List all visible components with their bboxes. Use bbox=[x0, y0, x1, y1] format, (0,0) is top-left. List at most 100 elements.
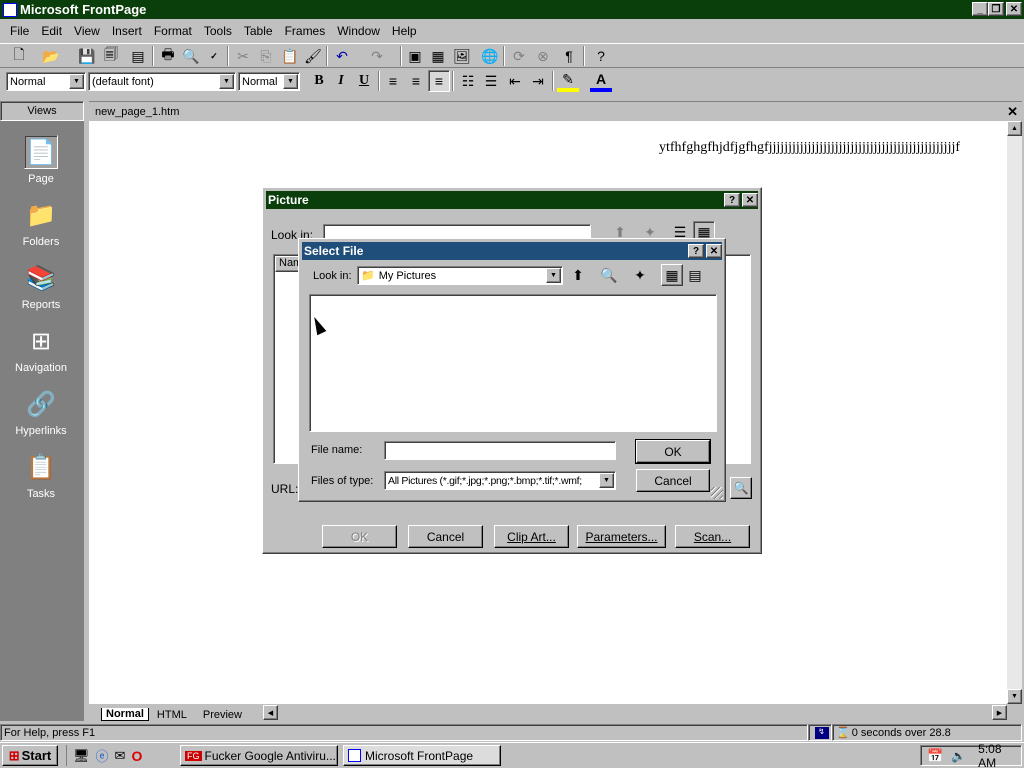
bold-icon[interactable]: B bbox=[308, 70, 330, 92]
close-button[interactable]: ✕ bbox=[1006, 2, 1022, 16]
view-tasks[interactable]: 📋 Tasks bbox=[0, 440, 82, 501]
task-antivirus[interactable]: FG Fucker Google Antiviru... bbox=[180, 745, 338, 766]
font-color-icon[interactable]: A bbox=[590, 70, 612, 92]
scroll-up-button[interactable]: ▲ bbox=[1007, 121, 1022, 136]
cut-icon[interactable]: ✂ bbox=[232, 45, 254, 67]
select-file-title-bar[interactable]: Select File ? ✕ bbox=[302, 242, 722, 260]
tab-html[interactable]: HTML bbox=[149, 709, 195, 721]
show-all-icon[interactable]: ¶ bbox=[558, 45, 580, 67]
spelling-icon[interactable]: ✓ bbox=[203, 45, 225, 67]
underline-icon[interactable]: U bbox=[353, 70, 375, 92]
resize-grip-icon[interactable] bbox=[711, 487, 723, 499]
menu-window[interactable]: Window bbox=[331, 24, 386, 38]
view-reports[interactable]: 📚 Reports bbox=[0, 251, 82, 312]
bullets-icon[interactable]: ☰ bbox=[480, 70, 502, 92]
volume-icon[interactable]: 🔈 bbox=[951, 749, 966, 763]
minimize-button[interactable]: _ bbox=[972, 2, 988, 16]
files-of-type-select[interactable]: All Pictures (*.gif;*.jpg;*.png;*.bmp;*.… bbox=[384, 471, 616, 490]
outlook-icon[interactable]: ✉ bbox=[115, 748, 126, 764]
document-tab[interactable]: new_page_1.htm bbox=[95, 106, 179, 118]
up-one-level-icon[interactable]: ⬆ bbox=[567, 264, 589, 286]
clock[interactable]: 5:08 AM bbox=[978, 742, 1021, 768]
file-browser-list[interactable] bbox=[309, 294, 717, 432]
show-desktop-icon[interactable]: 🖥 bbox=[73, 748, 90, 764]
list-view-icon[interactable]: ▦ bbox=[661, 264, 683, 286]
menu-edit[interactable]: Edit bbox=[35, 24, 68, 38]
font-size-select[interactable]: Normal ▼ bbox=[238, 72, 300, 91]
align-left-icon[interactable]: ≡ bbox=[382, 70, 404, 92]
start-button[interactable]: ⊞ Start bbox=[2, 745, 58, 766]
chevron-down-icon[interactable]: ▼ bbox=[69, 74, 84, 89]
style-select[interactable]: Normal ▼ bbox=[6, 72, 86, 91]
view-folders[interactable]: 📁 Folders bbox=[0, 188, 82, 249]
new-page-icon[interactable]: 🗋 bbox=[8, 45, 30, 67]
select-file-ok-button[interactable]: OK bbox=[635, 439, 711, 464]
menu-frames[interactable]: Frames bbox=[279, 24, 332, 38]
paste-icon[interactable]: 📋 bbox=[279, 45, 301, 67]
scroll-left-button[interactable]: ◀ bbox=[263, 705, 278, 720]
details-view-icon[interactable]: ▤ bbox=[684, 264, 706, 286]
folder-list-icon[interactable]: ▤ bbox=[127, 45, 149, 67]
refresh-icon[interactable]: ⟳ bbox=[508, 45, 530, 67]
chevron-down-icon[interactable]: ▼ bbox=[283, 74, 298, 89]
insert-component-icon[interactable]: ▣ bbox=[404, 45, 426, 67]
select-file-cancel-button[interactable]: Cancel bbox=[636, 469, 710, 492]
clip-art-button[interactable]: Clip Art... bbox=[494, 525, 569, 548]
help-icon[interactable]: ? bbox=[724, 193, 740, 207]
numbering-icon[interactable]: ☷ bbox=[457, 70, 479, 92]
align-right-icon[interactable]: ≡ bbox=[428, 70, 450, 92]
menu-view[interactable]: View bbox=[68, 24, 106, 38]
tab-preview[interactable]: Preview bbox=[195, 709, 250, 721]
save-icon[interactable]: 💾 bbox=[76, 45, 98, 67]
view-hyperlinks[interactable]: 🔗 Hyperlinks bbox=[0, 377, 82, 438]
picture-cancel-button[interactable]: Cancel bbox=[408, 525, 483, 548]
chevron-down-icon[interactable]: ▼ bbox=[546, 268, 561, 283]
vertical-scrollbar[interactable]: ▲ ▼ bbox=[1007, 121, 1022, 704]
tab-normal[interactable]: Normal bbox=[101, 708, 149, 721]
menu-tools[interactable]: Tools bbox=[198, 24, 238, 38]
stop-icon[interactable]: ⊗ bbox=[532, 45, 554, 67]
task-frontpage[interactable]: Microsoft FrontPage bbox=[343, 745, 501, 766]
increase-indent-icon[interactable]: ⇥ bbox=[527, 70, 549, 92]
parameters-button[interactable]: Parameters... bbox=[577, 525, 666, 548]
insert-table-icon[interactable]: ▦ bbox=[427, 45, 449, 67]
picture-dialog-title-bar[interactable]: Picture ? ✕ bbox=[266, 191, 758, 209]
close-icon[interactable]: ✕ bbox=[742, 193, 758, 207]
chevron-down-icon[interactable]: ▼ bbox=[219, 74, 234, 89]
menu-help[interactable]: Help bbox=[386, 24, 423, 38]
close-document-icon[interactable]: ✕ bbox=[1007, 104, 1018, 120]
opera-icon[interactable]: O bbox=[131, 748, 142, 764]
new-folder-icon[interactable]: ✦ bbox=[629, 264, 651, 286]
view-navigation[interactable]: ⊞ Navigation bbox=[0, 314, 82, 375]
menu-file[interactable]: File bbox=[0, 24, 35, 38]
open-icon[interactable]: 📂 bbox=[40, 45, 62, 67]
print-icon[interactable]: 🖶 bbox=[157, 45, 179, 67]
format-painter-icon[interactable]: 🖌 bbox=[302, 45, 324, 67]
browse-file-button[interactable]: 🔍 bbox=[730, 477, 752, 499]
menu-format[interactable]: Format bbox=[148, 24, 198, 38]
web-search-icon[interactable]: 🔍 bbox=[598, 264, 620, 286]
scroll-down-button[interactable]: ▼ bbox=[1007, 689, 1022, 704]
view-page[interactable]: 📄 Page bbox=[0, 125, 82, 185]
italic-icon[interactable]: I bbox=[330, 70, 352, 92]
highlight-icon[interactable]: ✎ bbox=[557, 70, 579, 92]
help-icon[interactable]: ? bbox=[688, 244, 704, 258]
hyperlink-icon[interactable]: 🌐 bbox=[479, 45, 501, 67]
undo-icon[interactable]: ↶ bbox=[331, 45, 353, 67]
menu-insert[interactable]: Insert bbox=[106, 24, 148, 38]
redo-icon[interactable]: ↷ bbox=[366, 45, 388, 67]
frontpage-app-icon[interactable] bbox=[3, 2, 17, 17]
file-name-input[interactable] bbox=[384, 441, 616, 460]
app-title-bar[interactable]: Microsoft FrontPage _ ❐ ✕ bbox=[0, 0, 1024, 19]
font-select[interactable]: (default font) ▼ bbox=[88, 72, 236, 91]
chevron-down-icon[interactable]: ▼ bbox=[599, 473, 614, 488]
look-in-folder-select[interactable]: 📁 My Pictures ▼ bbox=[357, 266, 563, 285]
print-preview-icon[interactable]: 🔍 bbox=[180, 45, 202, 67]
scheduler-icon[interactable]: 📅 bbox=[927, 748, 943, 764]
menu-table[interactable]: Table bbox=[238, 24, 279, 38]
internet-explorer-icon[interactable]: ⓔ bbox=[96, 746, 109, 765]
restore-button[interactable]: ❐ bbox=[988, 2, 1004, 16]
copy-icon[interactable]: ⎘ bbox=[255, 45, 277, 67]
scroll-right-button[interactable]: ▶ bbox=[992, 705, 1007, 720]
publish-icon[interactable]: 🗐 bbox=[100, 45, 122, 67]
